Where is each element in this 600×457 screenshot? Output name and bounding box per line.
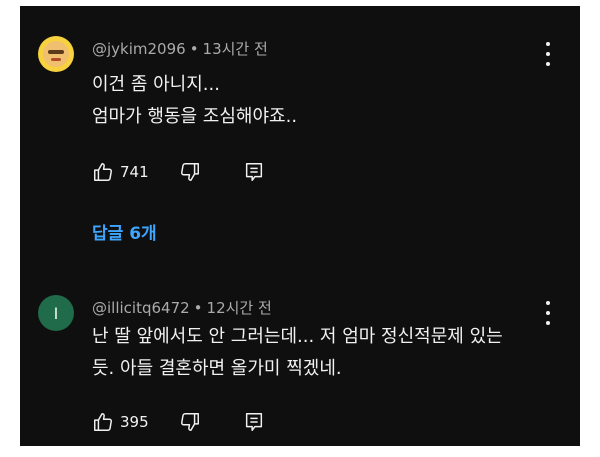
thumb-up-icon[interactable] [92,161,114,183]
comment-author[interactable]: @jykim2096 [92,40,186,58]
thumb-down-icon[interactable] [179,161,201,183]
comment-line: 엄마가 행동을 조심해야죠.. [92,106,298,127]
avatar-letter: I [53,303,59,323]
thumb-down-icon[interactable] [179,411,201,433]
comment-time[interactable]: 13시간 전 [203,40,268,58]
avatar-image [43,41,69,67]
comment-actions: 395 [92,408,265,436]
meta-separator: • [189,40,199,58]
comments-panel: @jykim2096 • 13시간 전 이건 좀 아니지... 엄마가 행동을 조심… [20,6,580,446]
avatar[interactable]: I [38,295,74,331]
meta-separator: • [193,299,203,317]
comment-meta: @jykim2096 • 13시간 전 [92,38,268,59]
comment-line: 난 딸 앞에서도 안 그러는데... 저 엄마 정신적문제 있는 [92,326,503,347]
avatar[interactable] [38,36,74,72]
thumb-up-icon[interactable] [92,411,114,433]
comment-author[interactable]: @illicitq6472 [92,299,190,317]
comment-time[interactable]: 12시간 전 [207,299,272,317]
more-vert-icon[interactable] [538,42,558,66]
more-vert-icon[interactable] [538,301,558,325]
comment-actions: 741 [92,158,265,186]
like-count: 741 [120,163,149,181]
comment-line: 이건 좀 아니지... [92,74,220,95]
replies-toggle[interactable]: 답글 6개 [92,219,157,244]
reply-icon[interactable] [243,161,265,183]
comment-text: 이건 좀 아니지... 엄마가 행동을 조심해야죠.. [92,69,297,133]
comment-text: 난 딸 앞에서도 안 그러는데... 저 엄마 정신적문제 있는 듯. 아들 결… [92,321,503,385]
like-count: 395 [120,413,149,431]
comment-meta: @illicitq6472 • 12시간 전 [92,297,272,318]
comment-line: 듯. 아들 결혼하면 올가미 찍겠네. [92,358,342,379]
reply-icon[interactable] [243,411,265,433]
